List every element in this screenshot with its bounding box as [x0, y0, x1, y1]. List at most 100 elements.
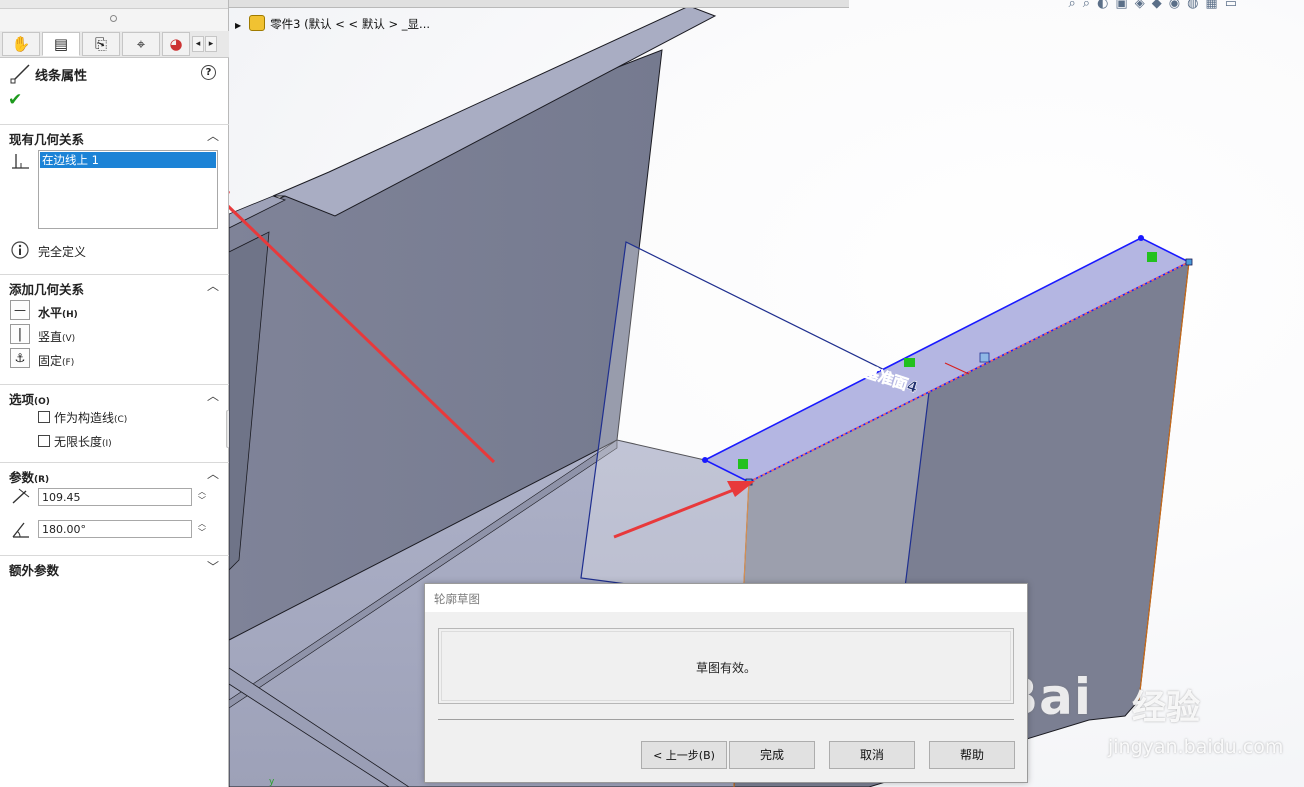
list-item[interactable]: 在边线上 1: [40, 152, 216, 168]
infinite-length-label[interactable]: 无限长度(I): [54, 433, 112, 450]
zoom-fit-icon[interactable]: ⌕: [1069, 0, 1083, 11]
sketch-endpoint[interactable]: [1138, 235, 1144, 241]
tab-scroll-right[interactable]: ▸: [205, 36, 217, 52]
fix-relation-button[interactable]: ⚓: [10, 348, 30, 368]
tab-scroll-left[interactable]: ◂: [192, 36, 204, 52]
chevron-down-icon[interactable]: ﹀: [198, 496, 206, 505]
dialog-message-box: 草图有效。: [438, 628, 1014, 704]
angle-input[interactable]: 180.00°: [38, 520, 192, 538]
angle-spinner[interactable]: ︿ ﹀: [196, 519, 208, 539]
chevron-up-icon[interactable]: ︿: [207, 387, 219, 404]
zoom-area-icon[interactable]: ⌕: [1083, 0, 1097, 11]
anchor-icon: ⚓: [14, 351, 26, 365]
property-manager-title: 线条属性: [35, 69, 88, 84]
hide-show-icon[interactable]: ◉: [1169, 0, 1187, 11]
monitor-icon[interactable]: ▭: [1225, 0, 1244, 11]
part-icon: [249, 15, 266, 31]
info-icon: [11, 241, 29, 259]
vertical-relation-glyph[interactable]: [1147, 252, 1157, 262]
view-orientation-icon[interactable]: ◈: [1135, 0, 1152, 11]
section-options[interactable]: 选项(O) ︿: [0, 384, 229, 407]
profile-sketch-dialog: 轮廓草图 草图有效。 < 上一步(B) 完成 取消 帮助: [424, 583, 1028, 783]
vertical-relation-glyph[interactable]: [738, 459, 748, 469]
property-manager-header: 线条属性 ?: [8, 62, 220, 84]
existing-relations-list[interactable]: 在边线上 1: [38, 150, 218, 229]
chevron-up-icon[interactable]: ︿: [207, 277, 219, 294]
watermark-logo: Bai 经验 jingyan.baidu.com: [1000, 650, 1283, 770]
dialog-titlebar[interactable]: 轮廓草图: [425, 584, 1027, 612]
cursor-glyph-icon: [979, 352, 990, 363]
scene-icon[interactable]: ▦: [1205, 0, 1224, 11]
construction-checkbox[interactable]: [38, 411, 50, 423]
angle-icon: [12, 522, 29, 538]
axis-indicator: y: [269, 777, 275, 787]
command-manager-strip: [229, 0, 849, 8]
cancel-button[interactable]: 取消: [829, 741, 915, 769]
property-list-icon: ▤: [53, 35, 69, 53]
section-existing-relations[interactable]: 现有几何关系 ︿: [0, 124, 229, 147]
help-icon[interactable]: ?: [201, 65, 216, 80]
feature-manager-top-strip: [0, 0, 228, 9]
length-spinner[interactable]: ︿ ﹀: [196, 487, 208, 507]
sketch-endpoint[interactable]: [702, 457, 708, 463]
horizontal-line-icon: —: [14, 303, 26, 317]
grip-dot-icon: [110, 15, 117, 22]
horizontal-relation-label[interactable]: 水平(H): [38, 304, 78, 321]
appearance-icon[interactable]: ◍: [1187, 0, 1205, 11]
cancel-button-label: 取消: [859, 748, 884, 762]
section-label: 额外参数: [9, 563, 60, 578]
edge-vertex[interactable]: [1185, 258, 1193, 266]
section-parameters[interactable]: 参数(R) ︿: [0, 462, 229, 485]
previous-view-icon[interactable]: ◐: [1097, 0, 1115, 11]
back-button-label: < 上一步(B): [653, 749, 715, 762]
watermark-suffix: 经验: [1132, 688, 1200, 728]
vertical-relation-label[interactable]: 竖直(V): [38, 328, 75, 345]
tab-feature-manager[interactable]: ✋: [2, 32, 40, 56]
line-tool-icon: [10, 64, 30, 84]
chevron-left-icon: ◂: [195, 39, 201, 49]
property-manager: ✋ ▤ ⎘ ⌖ ◕ ◂ ▸ 线条属性 ? ✔ 现有几何关系 ︿ 在边线上 1 完…: [0, 0, 229, 787]
expand-arrow-icon[interactable]: ▶: [235, 21, 241, 30]
chevron-up-icon[interactable]: ︿: [198, 487, 206, 496]
section-label: 现有几何关系: [9, 132, 85, 147]
definition-status: 完全定义: [38, 245, 87, 259]
sketch-plane-outline[interactable]: [580, 241, 930, 621]
section-extra-parameters[interactable]: 额外参数 ﹀: [0, 555, 229, 578]
panel-grip[interactable]: [0, 9, 228, 31]
infinite-length-checkbox[interactable]: [38, 435, 50, 447]
chevron-right-icon: ▸: [208, 39, 214, 49]
tab-display-manager[interactable]: ◕: [162, 32, 190, 56]
on-edge-relation-icon: [12, 154, 29, 169]
finish-button-label: 完成: [759, 748, 784, 762]
tab-dimxpert[interactable]: ⌖: [122, 32, 160, 56]
section-label: 选项(O): [9, 392, 50, 407]
vertical-line-icon: |: [17, 326, 23, 342]
flyout-feature-tree[interactable]: ▶ 零件3 (默认 < < 默认 > _显...: [235, 15, 430, 32]
chevron-down-icon[interactable]: ﹀: [198, 528, 206, 537]
heads-up-view-toolbar[interactable]: ⌕⌕◐▣◈◆◉◍▦▭: [1069, 0, 1244, 11]
display-style-icon[interactable]: ◆: [1152, 0, 1169, 11]
tab-configuration-manager[interactable]: ⎘: [82, 32, 120, 56]
crosshair-icon: ⌖: [136, 35, 146, 53]
vertical-relation-button[interactable]: |: [10, 324, 30, 344]
chevron-up-icon[interactable]: ︿: [207, 465, 219, 482]
horizontal-relation-button[interactable]: —: [10, 300, 30, 320]
help-button[interactable]: 帮助: [929, 741, 1015, 769]
fix-relation-label[interactable]: 固定(F): [38, 352, 74, 369]
chevron-down-icon[interactable]: ﹀: [207, 558, 219, 575]
ok-check-button[interactable]: ✔: [8, 90, 22, 110]
tab-property-manager[interactable]: ▤: [42, 32, 80, 56]
construction-label[interactable]: 作为构造线(C): [54, 409, 127, 426]
chevron-up-icon[interactable]: ︿: [207, 127, 219, 144]
finish-button[interactable]: 完成: [729, 741, 815, 769]
horizontal-relation-glyph[interactable]: [904, 358, 915, 367]
chevron-up-icon[interactable]: ︿: [198, 519, 206, 528]
dialog-separator: [438, 719, 1014, 720]
help-button-label: 帮助: [959, 748, 984, 762]
back-button[interactable]: < 上一步(B): [641, 741, 727, 769]
section-add-relations[interactable]: 添加几何关系 ︿: [0, 274, 229, 297]
length-icon: [12, 488, 30, 504]
breadcrumb[interactable]: 零件3 (默认 < < 默认 > _显...: [270, 17, 430, 31]
length-input[interactable]: 109.45: [38, 488, 192, 506]
section-view-icon[interactable]: ▣: [1115, 0, 1134, 11]
